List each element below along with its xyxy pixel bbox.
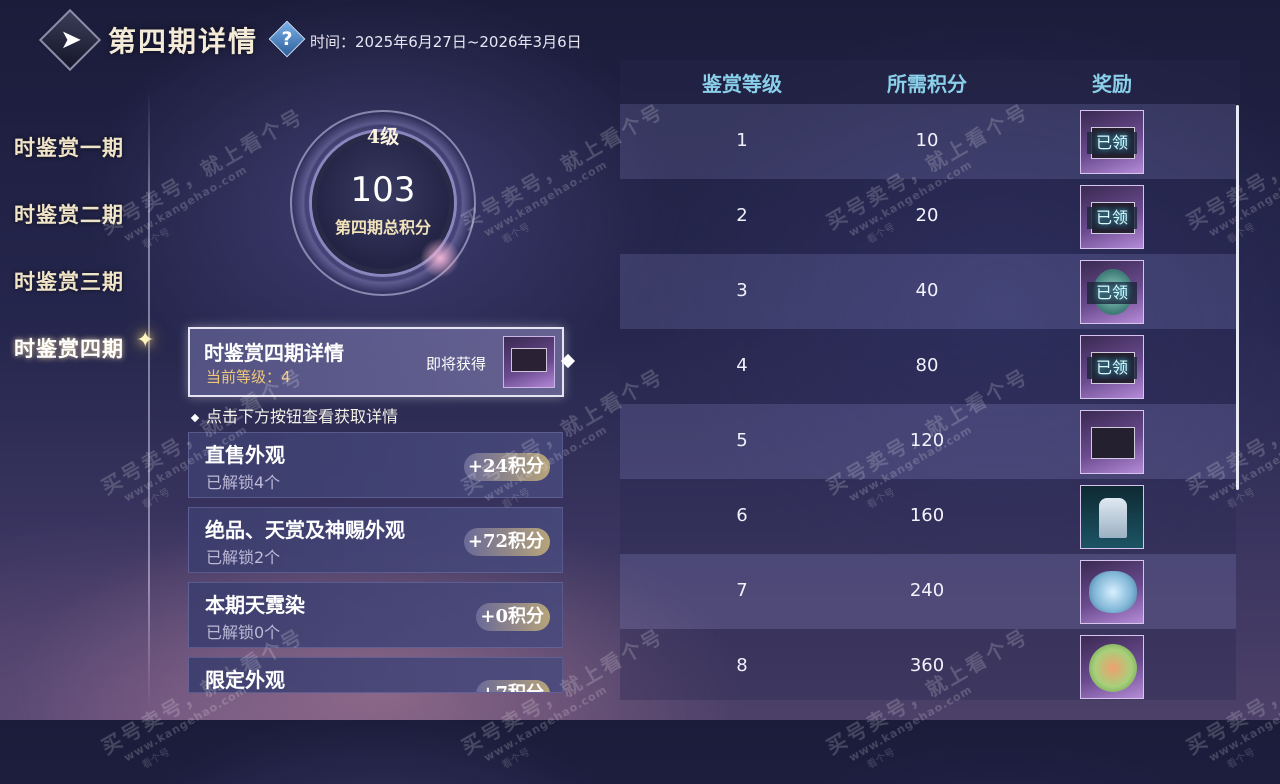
row-level: 2	[736, 205, 748, 226]
reward-art	[1089, 644, 1137, 692]
reward-item[interactable]	[1080, 410, 1144, 474]
row-level: 1	[736, 130, 748, 151]
category-points-badge: +7积分	[476, 680, 550, 692]
period-label: 时间：	[310, 33, 356, 51]
nav-item-period-2[interactable]: 时鉴赏二期	[14, 199, 124, 229]
reward-art	[1089, 571, 1137, 613]
reward-item[interactable]: 已领	[1080, 335, 1144, 399]
details-title: 时鉴赏四期详情	[204, 341, 344, 365]
column-header-points: 所需积分	[887, 72, 967, 96]
column-header-reward: 奖励	[1092, 72, 1132, 96]
table-scrollbar[interactable]	[1236, 105, 1239, 490]
reward-item[interactable]	[1080, 485, 1144, 549]
table-row: 1 10 已领	[620, 104, 1236, 179]
column-header-level: 鉴赏等级	[702, 72, 782, 96]
table-row: 4 80 已领	[620, 329, 1236, 404]
category-title: 本期天霓染	[205, 593, 305, 617]
sparkle-icon: ✦	[136, 328, 155, 353]
upcoming-reward-art	[511, 348, 547, 372]
hint-text: 点击下方按钮查看获取详情	[190, 403, 399, 427]
reward-table: 鉴赏等级 所需积分 奖励 1 10 已领 2 20 已领 3 40 已领 4 8…	[620, 60, 1240, 700]
help-button[interactable]	[268, 20, 306, 58]
reward-item[interactable]	[1080, 635, 1144, 699]
watermark-url: www.kangehao.com	[121, 162, 250, 245]
row-level: 5	[736, 430, 748, 451]
category-card-dye[interactable]: 本期天霓染 已解锁0个 +0积分	[188, 582, 563, 648]
category-points-badge: +24积分	[463, 453, 550, 481]
hint-label: 点击下方按钮查看获取详情	[206, 407, 399, 426]
row-level: 4	[736, 355, 748, 376]
nav-divider	[148, 90, 150, 710]
category-card-limited[interactable]: 限定外观 +7积分	[188, 657, 563, 693]
diamond-bullet-icon	[190, 413, 200, 422]
table-row: 3 40 已领	[620, 254, 1236, 329]
category-unlocked: 已解锁2个	[206, 548, 281, 567]
table-row: 8 360	[620, 629, 1236, 700]
claimed-tag: 已领	[1087, 282, 1137, 304]
nav-item-period-3[interactable]: 时鉴赏三期	[14, 266, 124, 296]
category-title: 直售外观	[205, 443, 285, 467]
total-score-caption: 第四期总积分	[334, 218, 431, 237]
table-row: 6 160	[620, 479, 1236, 554]
category-title: 绝品、天赏及神赐外观	[205, 518, 405, 542]
reward-item[interactable]: 已领	[1080, 260, 1144, 324]
page-title: 第四期详情	[108, 25, 259, 58]
category-card-direct-sale[interactable]: 直售外观 已解锁4个 +24积分	[188, 432, 563, 498]
ring-glow	[420, 238, 460, 278]
row-points: 80	[915, 355, 939, 376]
period-dates: 2025年6月27日~2026年3月6日	[355, 33, 582, 51]
total-score: 103	[350, 170, 416, 210]
back-button[interactable]	[38, 8, 102, 72]
row-level: 6	[736, 505, 748, 526]
category-card-premium[interactable]: 绝品、天赏及神赐外观 已解锁2个 +72积分	[188, 507, 563, 573]
claimed-tag: 已领	[1087, 357, 1137, 379]
row-level: 7	[736, 580, 748, 601]
category-points-badge: +72积分	[463, 528, 550, 556]
table-row: 2 20 已领	[620, 179, 1236, 254]
reward-art	[1091, 427, 1135, 459]
category-unlocked: 已解锁0个	[206, 623, 281, 642]
row-points: 360	[909, 655, 945, 676]
nav-item-period-1[interactable]: 时鉴赏一期	[14, 132, 124, 162]
row-level: 8	[736, 655, 748, 676]
row-points: 160	[909, 505, 945, 526]
reward-item[interactable]: 已领	[1080, 110, 1144, 174]
table-header: 鉴赏等级 所需积分 奖励	[620, 60, 1240, 104]
row-points: 10	[915, 130, 939, 151]
period-range: 时间：2025年6月27日~2026年3月6日	[310, 31, 582, 52]
row-level: 3	[736, 280, 748, 301]
details-current-level: 当前等级：4	[206, 368, 291, 386]
category-unlocked: 已解锁4个	[206, 473, 281, 492]
nav-item-period-4[interactable]: 时鉴赏四期	[14, 333, 124, 363]
reward-item[interactable]: 已领	[1080, 185, 1144, 249]
row-points: 20	[915, 205, 939, 226]
watermark-text: 买号卖号，就上看个号	[97, 103, 309, 240]
category-title: 限定外观	[205, 668, 285, 692]
claimed-tag: 已领	[1087, 207, 1137, 229]
claimed-tag: 已领	[1087, 132, 1137, 154]
watermark: 买号卖号，就上看个号www.kangehao.com看个号	[95, 100, 323, 264]
upcoming-reward-label: 即将获得	[426, 355, 487, 373]
table-row: 7 240	[620, 554, 1236, 629]
table-row: 5 120	[620, 404, 1236, 479]
row-points: 240	[909, 580, 945, 601]
reward-item[interactable]	[1080, 560, 1144, 624]
row-points: 40	[915, 280, 939, 301]
category-points-badge: +0积分	[476, 603, 550, 631]
row-points: 120	[909, 430, 945, 451]
current-level-label: 4级	[366, 126, 400, 148]
outfit-figure-icon	[1099, 498, 1127, 538]
